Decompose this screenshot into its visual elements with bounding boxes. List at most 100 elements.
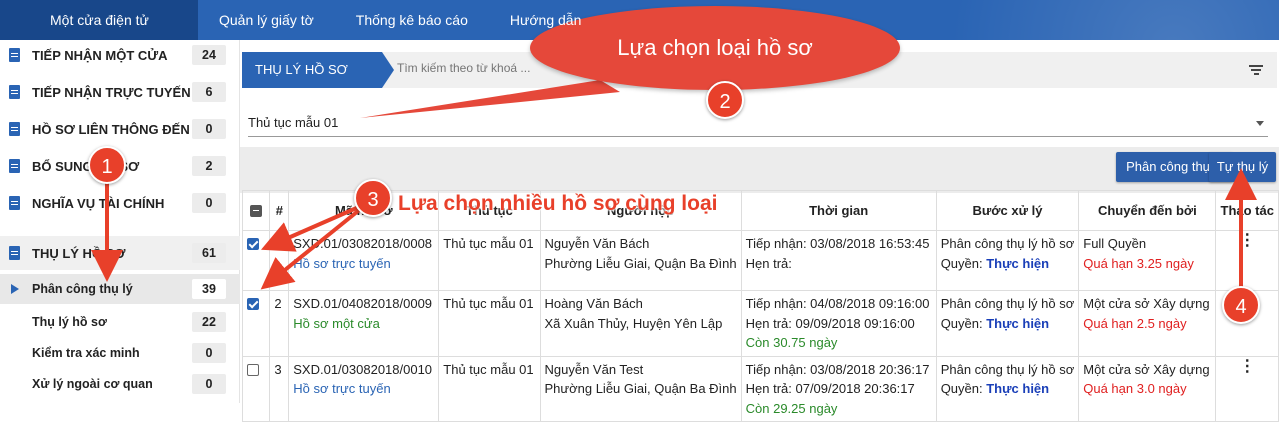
record-procedure: Thủ tục mẫu 01 — [438, 290, 541, 357]
step-2-marker: 2 — [706, 81, 744, 119]
col-time: Thời gian — [740, 190, 937, 231]
row-index: 1 — [269, 230, 290, 291]
nav-thong-ke-bao-cao[interactable]: Thống kê báo cáo — [335, 0, 489, 40]
procedure-select-value: Thủ tục mẫu 01 — [248, 115, 339, 130]
action-toolbar: Phân công thụ lý Tự thụ lý — [240, 147, 1279, 193]
sidebar-item-label: TIẾP NHẬN MỘT CỬA — [32, 47, 168, 63]
sidebar-item-label: HỒ SƠ LIÊN THÔNG ĐẾN — [32, 121, 190, 137]
processing-step: Phân công thụ lý hồ sơ — [940, 236, 1075, 251]
record-procedure: Thủ tục mẫu 01 — [438, 230, 541, 291]
record-code: SXD.01/03082018/0008 — [293, 236, 433, 251]
overdue-status: Quá hạn 3.0 ngày — [1083, 381, 1187, 396]
select-all-checkbox[interactable] — [250, 204, 263, 217]
count-badge: 6 — [192, 82, 226, 102]
col-from: Chuyển đến bởi — [1078, 190, 1217, 231]
col-step: Bước xử lý — [935, 190, 1080, 231]
row-index: 2 — [269, 290, 290, 357]
record-code: SXD.01/03082018/0010 — [293, 361, 433, 377]
record-procedure: Thủ tục mẫu 01 — [438, 355, 541, 422]
applicant-name: Hoàng Văn Bách — [544, 296, 643, 311]
annotation-multi-select: Lựa chọn nhiều hồ sơ cùng loại — [398, 192, 718, 215]
table-row[interactable]: 1 SXD.01/03082018/0008 Hồ sơ trực tuyến T… — [241, 230, 1279, 291]
overdue-status: Quá hạn 3.25 ngày — [1083, 255, 1194, 271]
nav-quan-ly-giay-to[interactable]: Quản lý giấy tờ — [198, 0, 335, 40]
more-actions-icon[interactable]: ⋮ — [1220, 358, 1274, 374]
breadcrumb[interactable]: THỤ LÝ HỒ SƠ — [242, 52, 394, 88]
step-1-marker: 1 — [88, 146, 126, 184]
overdue-status: Quá hạn 2.5 ngày — [1083, 315, 1187, 331]
sidebar-item-label: Thụ lý hồ sơ — [32, 315, 107, 329]
due-time: Hẹn trả: 09/09/2018 09:16:00 — [745, 315, 915, 331]
remaining-time: Còn 30.75 ngày — [745, 335, 838, 350]
col-index: # — [269, 190, 290, 231]
row-checkbox[interactable] — [247, 363, 259, 376]
filter-icon[interactable] — [1249, 65, 1263, 75]
nav-huong-dan[interactable]: Hướng dẫn — [489, 0, 602, 40]
more-actions-icon[interactable]: ⋮ — [1220, 233, 1274, 249]
select-all-cell[interactable] — [241, 190, 271, 231]
sidebar-item-thu-ly-ho-so[interactable]: THỤ LÝ HỒ SƠ 61 — [0, 236, 240, 270]
applicant-name: Nguyễn Văn Bách — [544, 236, 650, 251]
count-badge: 2 — [192, 156, 226, 176]
count-badge: 0 — [192, 193, 226, 213]
permission-label: Quyền: — [940, 255, 983, 271]
chevron-down-icon — [1256, 121, 1264, 126]
nav-mot-cua-dien-tu[interactable]: Một cửa điện tử — [0, 0, 198, 40]
row-checkbox[interactable] — [247, 238, 259, 250]
row-index: 3 — [269, 355, 290, 422]
count-badge: 24 — [192, 45, 226, 65]
procedure-select[interactable]: Thủ tục mẫu 01 — [248, 110, 1268, 137]
received-time: Tiếp nhận: 03/08/2018 20:36:17 — [745, 361, 930, 377]
document-icon — [9, 246, 20, 260]
transferred-from: Một cửa sở Xây dựng — [1083, 296, 1210, 311]
count-badge: 22 — [192, 312, 226, 332]
sidebar: TIẾP NHẬN MỘT CỬA 24 TIẾP NHẬN TRỰC TUYẾ… — [0, 40, 240, 403]
step-3-marker: 3 — [354, 179, 392, 217]
count-badge: 61 — [192, 243, 226, 263]
due-time: Hẹn trả: 07/09/2018 20:36:17 — [745, 381, 915, 396]
main-content: THỤ LÝ HỒ SƠ Thủ tục mẫu 01 Phân công th… — [240, 40, 1279, 422]
received-time: Tiếp nhận: 04/08/2018 09:16:00 — [745, 296, 930, 311]
applicant-address: Xã Xuân Thủy, Huyện Yên Lập — [544, 315, 723, 331]
sidebar-item-label: TIẾP NHẬN TRỰC TUYẾN — [32, 84, 191, 100]
document-icon — [9, 85, 20, 99]
record-source: Hồ sơ một cửa — [293, 315, 380, 331]
document-icon — [9, 48, 20, 62]
records-table: # Mã hồ sơ Thủ tục Người nộp Thời gian B… — [241, 190, 1279, 422]
table-row[interactable]: 3 SXD.01/03082018/0010 Hồ sơ trực tuyến T… — [241, 355, 1279, 422]
row-checkbox[interactable] — [247, 298, 259, 310]
transferred-from: Full Quyền — [1083, 236, 1147, 251]
permission-value: Thực hiện — [986, 255, 1050, 271]
applicant-name: Nguyễn Văn Test — [544, 361, 644, 377]
document-icon — [9, 122, 20, 136]
processing-step: Phân công thụ lý hồ sơ — [940, 296, 1075, 311]
permission-value: Thực hiện — [986, 315, 1050, 331]
sidebar-subitem-phan-cong-thu-ly[interactable]: Phân công thụ lý 39 — [0, 274, 240, 304]
permission-label: Quyền: — [940, 315, 983, 331]
sidebar-item-label: Xử lý ngoài cơ quan — [32, 377, 153, 391]
permission-label: Quyền: — [940, 381, 983, 396]
applicant-address: Phường Liễu Giai, Quận Ba Đình — [544, 381, 737, 396]
table-row[interactable]: 2 SXD.01/04082018/0009 Hồ sơ một cửa Thủ … — [241, 290, 1279, 357]
count-badge: 0 — [192, 374, 226, 394]
record-code: SXD.01/04082018/0009 — [293, 296, 433, 311]
sidebar-item-label: Phân công thụ lý — [32, 282, 133, 296]
count-badge: 0 — [192, 343, 226, 363]
sidebar-item-label: NGHĨA VỤ TÀI CHÍNH — [32, 195, 165, 211]
received-time: Tiếp nhận: 03/08/2018 16:53:45 — [745, 236, 930, 251]
record-source: Hồ sơ trực tuyến — [293, 381, 391, 396]
count-badge: 0 — [192, 119, 226, 139]
remaining-time: Còn 29.25 ngày — [745, 400, 838, 416]
col-actions: Thao tác — [1215, 190, 1279, 231]
record-source: Hồ sơ trực tuyến — [293, 255, 391, 271]
processing-step: Phân công thụ lý hồ sơ — [940, 361, 1075, 377]
sidebar-item-label: Kiểm tra xác minh — [32, 346, 140, 360]
applicant-address: Phường Liễu Giai, Quận Ba Đình — [544, 255, 737, 271]
due-time: Hẹn trả: — [745, 255, 792, 271]
self-handle-button[interactable]: Tự thụ lý — [1209, 152, 1276, 182]
document-icon — [9, 196, 20, 210]
sidebar-item-label: THỤ LÝ HỒ SƠ — [32, 245, 126, 261]
caret-right-icon — [11, 284, 19, 294]
transferred-from: Một cửa sở Xây dựng — [1083, 361, 1210, 377]
permission-value: Thực hiện — [986, 381, 1050, 396]
